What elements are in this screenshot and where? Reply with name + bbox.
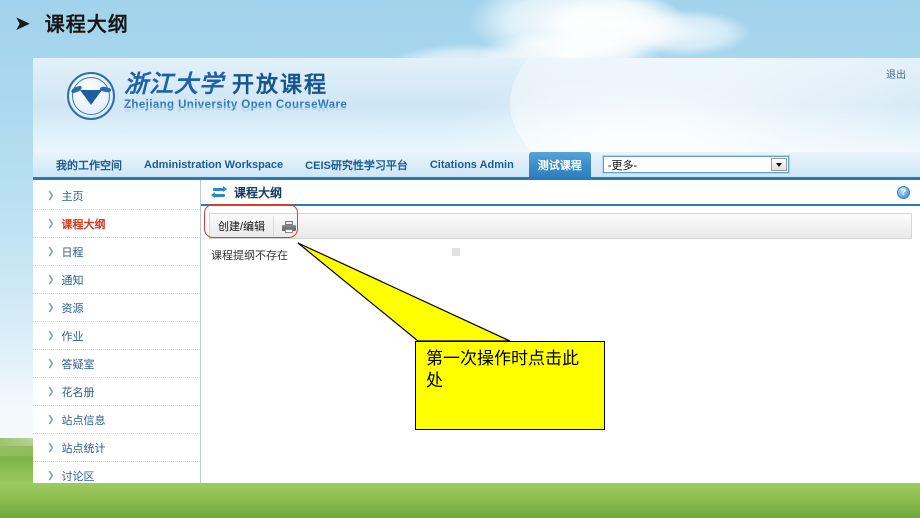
chevron-right-icon: ❯ <box>47 442 55 452</box>
cloud-decoration <box>540 0 690 58</box>
nav-item-ceis-platform[interactable]: CEIS研究性学习平台 <box>294 153 419 177</box>
primary-nav: 我的工作空间 Administration Workspace CEIS研究性学… <box>33 152 920 180</box>
nav-item-administration-workspace[interactable]: Administration Workspace <box>133 155 294 175</box>
sidebar-item-label: 站点信息 <box>61 414 106 427</box>
sidebar-item-syllabus[interactable]: ❯ 课程大纲 <box>33 210 200 238</box>
sidebar-item-qa-room[interactable]: ❯ 答疑室 <box>33 350 200 378</box>
zju-seal-icon <box>67 72 115 120</box>
brand-chinese: 浙江大学 开放课程 <box>124 72 347 96</box>
nav-item-my-workspace[interactable]: 我的工作空间 <box>45 153 133 177</box>
chevron-right-icon: ❯ <box>47 246 55 256</box>
sidebar-item-label: 讨论区 <box>61 470 95 483</box>
chevron-right-icon: ❯ <box>47 386 55 396</box>
brand-reflection-decoration: Zhejiang University Open CourseWare <box>124 105 348 112</box>
chevron-right-icon: ❯ <box>47 190 55 200</box>
content-area: 课程大纲 ? 创建/编辑 课程提纲不存在 <box>201 180 920 483</box>
sidebar-item-label: 作业 <box>61 330 84 343</box>
nav-item-test-course[interactable]: 测试课程 <box>528 152 591 177</box>
sidebar-item-announcements[interactable]: ❯ 通知 <box>33 266 200 294</box>
sidebar-item-site-info[interactable]: ❯ 站点信息 <box>33 406 200 434</box>
sidebar: ❯ 主页 ❯ 课程大纲 ❯ 日程 ❯ 通知 ❯ 资源 ❯ 作业 ❯ 答疑室 ❯ … <box>33 180 201 483</box>
print-button[interactable] <box>274 220 304 233</box>
sidebar-item-forums[interactable]: ❯ 讨论区 <box>33 462 200 483</box>
more-sites-select[interactable]: -更多- <box>601 155 790 174</box>
sidebar-item-label: 通知 <box>61 274 84 287</box>
content-title: 课程大纲 <box>234 185 283 200</box>
brand-university-cn: 浙江大学 <box>124 69 224 98</box>
help-icon[interactable]: ? <box>897 185 910 199</box>
chevron-right-icon: ❯ <box>47 414 55 424</box>
chevron-right-icon: ❯ <box>47 302 55 312</box>
sidebar-item-label: 主页 <box>61 190 84 203</box>
browser-screenshot: 退出 浙江大学 开放课程 Zhejiang University Open Co… <box>33 58 920 483</box>
sidebar-item-label: 站点统计 <box>61 442 106 455</box>
sidebar-item-label: 资源 <box>61 302 84 315</box>
sidebar-item-site-stats[interactable]: ❯ 站点统计 <box>33 434 200 462</box>
sidebar-item-roster[interactable]: ❯ 花名册 <box>33 378 200 406</box>
more-sites-select-value: -更多- <box>607 159 638 172</box>
brand-text: 浙江大学 开放课程 Zhejiang University Open Cours… <box>124 72 347 121</box>
refresh-arrows-icon[interactable] <box>211 185 227 199</box>
create-edit-button[interactable]: 创建/编辑 <box>210 216 275 236</box>
sidebar-item-label: 答疑室 <box>61 358 95 371</box>
chevron-down-icon[interactable] <box>770 158 787 171</box>
chevron-right-icon: ❯ <box>47 218 55 228</box>
slide: ➤ 课程大纲 退出 浙江大学 开放课程 Zhejiang University … <box>0 0 920 518</box>
content-header: 课程大纲 ? <box>201 180 920 206</box>
chevron-right-icon: ❯ <box>47 330 55 340</box>
sidebar-item-label: 课程大纲 <box>61 218 106 231</box>
page-title: ➤ 课程大纲 <box>14 8 129 37</box>
cloud-decoration <box>620 10 750 56</box>
empty-state-message: 课程提纲不存在 <box>211 250 288 262</box>
site-brand: 浙江大学 开放课程 Zhejiang University Open Cours… <box>67 72 347 121</box>
printer-icon <box>282 220 297 233</box>
seal-bird <box>80 89 102 105</box>
chevron-right-icon: ❯ <box>47 358 55 368</box>
site-header: 退出 浙江大学 开放课程 Zhejiang University Open Co… <box>33 58 920 152</box>
sidebar-item-home[interactable]: ❯ 主页 <box>33 182 200 210</box>
chevron-right-icon: ❯ <box>47 274 55 284</box>
content-toolbar: 创建/编辑 <box>209 213 912 239</box>
nav-item-citations-admin[interactable]: Citations Admin <box>419 155 525 175</box>
chevron-right-icon: ❯ <box>47 470 55 480</box>
sidebar-item-resources[interactable]: ❯ 资源 <box>33 294 200 322</box>
brand-ocw-cn: 开放课程 <box>232 72 329 97</box>
slide-title-text: 课程大纲 <box>44 14 129 36</box>
page-body: ❯ 主页 ❯ 课程大纲 ❯ 日程 ❯ 通知 ❯ 资源 ❯ 作业 ❯ 答疑室 ❯ … <box>33 180 920 483</box>
sidebar-item-label: 日程 <box>61 246 84 259</box>
placeholder-square <box>452 248 460 256</box>
cloud-decoration <box>470 0 680 64</box>
sidebar-item-label: 花名册 <box>61 386 95 399</box>
sidebar-item-assignments[interactable]: ❯ 作业 <box>33 322 200 350</box>
logout-link[interactable]: 退出 <box>886 66 906 81</box>
arrow-bullet-icon: ➤ <box>14 12 31 35</box>
sidebar-item-schedule[interactable]: ❯ 日程 <box>33 238 200 266</box>
